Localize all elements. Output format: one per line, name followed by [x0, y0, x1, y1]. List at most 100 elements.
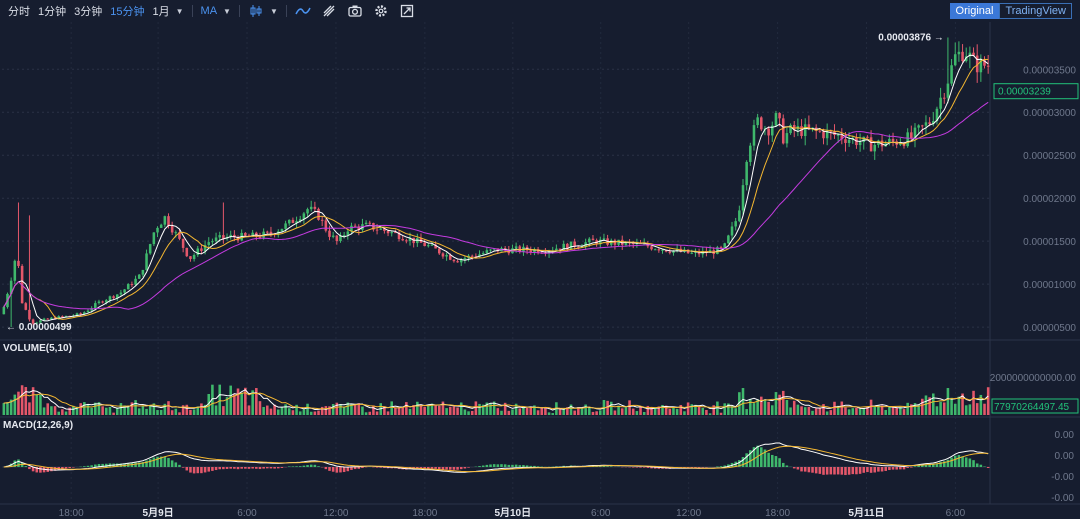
macd-histogram-bar [291, 466, 295, 467]
candle-body [335, 235, 339, 242]
price-panel: 0.00003876 → ← 0.00000499 0.00003239 [2, 32, 1079, 333]
macd-histogram-bar [148, 459, 152, 467]
candle-body [858, 142, 862, 146]
macd-histogram-bar [932, 464, 935, 467]
macd-histogram-bar [811, 467, 814, 473]
timeframe-3m[interactable]: 3分钟 [74, 3, 102, 19]
volume-bar [562, 409, 565, 415]
candle-body [463, 258, 467, 260]
macd-histogram-bar [452, 467, 456, 470]
macd-histogram-bar [324, 467, 328, 470]
macd-histogram-bar [167, 458, 170, 467]
macd-histogram-bar [200, 467, 203, 474]
candle-body [953, 54, 957, 66]
candle-style-icon[interactable] [248, 3, 264, 19]
macd-histogram-bar [968, 458, 972, 467]
volume-bar [214, 405, 218, 415]
volume-bar [719, 412, 723, 415]
price-chart[interactable]: 0.00003876 → ← 0.00000499 0.00003239 VOLUM… [0, 22, 1080, 519]
candle-body [873, 144, 877, 152]
volume-bar [986, 387, 990, 415]
camera-icon[interactable] [347, 3, 363, 19]
candle-body [423, 242, 426, 247]
macd-histogram-bar [873, 467, 877, 473]
candle-body [101, 301, 104, 303]
ma-line [3, 58, 989, 320]
volume-bar [840, 401, 844, 415]
timeframe-dropdown-icon[interactable]: ▼ [176, 7, 184, 16]
candle-body [181, 238, 185, 248]
macd-histogram-bar [507, 464, 511, 467]
volume-bar [375, 411, 379, 415]
volume-bar [474, 401, 478, 415]
settings-icon[interactable] [373, 3, 389, 19]
volume-bar [635, 411, 639, 415]
macd-histogram-bar [500, 464, 503, 467]
volume-bar [408, 408, 412, 415]
volume-bar [953, 403, 957, 415]
macd-histogram-bar [964, 457, 968, 467]
volume-bar [441, 401, 445, 415]
volume-bar [200, 403, 203, 415]
timeframe-1m[interactable]: 1分钟 [38, 3, 66, 19]
candle-body [284, 223, 287, 229]
candle-body [653, 249, 657, 251]
volume-bar [2, 403, 6, 415]
candle-body [836, 134, 840, 136]
candle-body [401, 239, 404, 241]
volume-bar [964, 405, 968, 415]
candle-body [353, 225, 357, 227]
macd-histogram-bar [646, 467, 650, 468]
macd-histogram-bar [236, 467, 240, 470]
volume-bar [599, 410, 602, 415]
volume-bar [17, 391, 20, 415]
original-view-button[interactable]: Original [949, 3, 1000, 19]
volume-bar [858, 408, 862, 415]
candle-body [167, 216, 170, 227]
tradingview-view-button[interactable]: TradingView [999, 3, 1072, 19]
volume-bar [613, 410, 617, 415]
price-tick-label: 0.00003000 [1023, 108, 1076, 119]
volume-tick-label: 2000000000000.00 [990, 373, 1077, 384]
volume-bar [258, 401, 262, 415]
volume-bar [723, 403, 726, 415]
timeframe-15m[interactable]: 15分钟 [110, 3, 144, 19]
candle-body [957, 51, 961, 55]
volume-bar [774, 392, 778, 415]
fullscreen-icon[interactable] [399, 3, 415, 19]
candle-body [17, 260, 20, 266]
indicator-ma-button[interactable]: MA [201, 5, 218, 17]
candle-body [320, 219, 324, 221]
timeframe-tick[interactable]: 分时 [8, 3, 30, 19]
draw-tool-icon[interactable] [321, 3, 337, 19]
volume-bar [185, 404, 189, 415]
volume-bar [902, 409, 906, 415]
macd-histogram-bar [306, 465, 309, 467]
volume-bar [950, 397, 953, 415]
candle-body [555, 248, 558, 251]
volume-bar [306, 403, 309, 415]
timeframe-1mo[interactable]: 1月 [153, 3, 170, 19]
macd-histogram-bar [280, 467, 284, 468]
macd-histogram-bar [891, 467, 895, 470]
time-tick-label: 6:00 [946, 508, 966, 519]
volume-bar [390, 401, 393, 415]
candle-body [405, 240, 408, 242]
candle-body [61, 316, 64, 318]
macd-histogram-bar [255, 467, 258, 469]
macd-histogram-bar [459, 467, 463, 470]
volume-bar [822, 404, 825, 415]
volume-bar [222, 406, 225, 415]
volume-bar [6, 402, 9, 415]
volume-bar [749, 398, 752, 415]
volume-bar [57, 411, 60, 415]
volume-bar [90, 407, 93, 415]
indicator-dropdown-icon[interactable]: ▼ [223, 7, 231, 16]
volume-bar [763, 399, 767, 415]
candle-body [328, 230, 331, 237]
line-style-icon[interactable] [295, 3, 311, 19]
chart-style-dropdown-icon[interactable]: ▼ [270, 7, 278, 16]
time-tick-label: 5月11日 [848, 507, 884, 519]
macd-histogram-bar [803, 467, 807, 472]
candle-body [156, 227, 159, 233]
